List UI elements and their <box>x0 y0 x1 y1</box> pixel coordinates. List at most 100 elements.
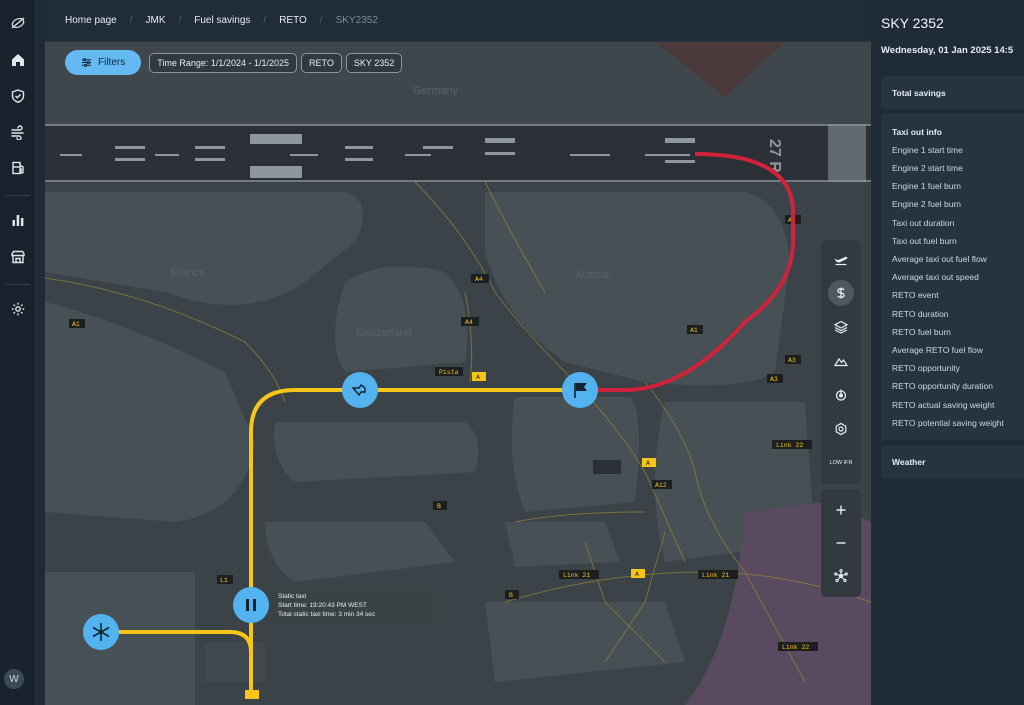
taxi-item: Engine 1 fuel burn <box>892 181 961 191</box>
total-savings-header[interactable]: Total savings <box>892 88 946 98</box>
app-root: W Home page / JMK / Fuel savings / RETO … <box>0 0 1024 705</box>
network-icon[interactable] <box>828 563 854 589</box>
svg-text:France: France <box>171 267 205 279</box>
pause-marker[interactable] <box>233 587 269 623</box>
taxi-item: Taxi out fuel burn <box>892 236 957 246</box>
breadcrumb-airport[interactable]: JMK <box>145 15 165 26</box>
filters-button[interactable]: Filters <box>65 50 142 75</box>
logo-icon[interactable] <box>8 13 28 33</box>
taxi-item: RETO opportunity duration <box>892 381 993 391</box>
svg-text:Austria: Austria <box>575 269 610 281</box>
taxi-item: RETO potential saving weight <box>892 418 1004 428</box>
weather-header[interactable]: Weather <box>892 457 925 467</box>
svg-text:A: A <box>476 374 480 381</box>
taxi-item: RETO fuel burn <box>892 327 951 337</box>
runway <box>45 124 871 182</box>
svg-text:A4: A4 <box>475 276 483 283</box>
flight-title: SKY 2352 <box>881 15 944 31</box>
home-icon[interactable] <box>8 50 28 70</box>
filter-chip-reto[interactable]: RETO <box>301 52 342 73</box>
terrain-icon[interactable] <box>828 348 854 374</box>
svg-text:A12: A12 <box>655 482 667 489</box>
taxi-item: RETO duration <box>892 309 949 319</box>
engine-start-marker[interactable] <box>342 372 378 408</box>
breadcrumb-reto[interactable]: RETO <box>279 15 307 26</box>
low-ifr-button[interactable]: LOW IFR <box>828 450 854 476</box>
svg-text:Pista: Pista <box>439 369 459 376</box>
tooltip-total-time: Total static taxi time: 3 min 34 sec <box>278 611 376 618</box>
taxi-item: Engine 2 fuel burn <box>892 199 961 209</box>
svg-text:Link 22: Link 22 <box>782 644 809 651</box>
svg-text:A4: A4 <box>465 319 473 326</box>
bar-chart-icon[interactable] <box>8 210 28 230</box>
svg-text:B: B <box>509 592 513 599</box>
filter-chip-flight[interactable]: SKY 2352 <box>345 52 403 73</box>
static-taxi-tooltip: Static taxi Start time: 19:20:43 PM WEST… <box>271 588 435 624</box>
airport-map[interactable]: 27 R A4 A4 A1 A1 A2 A3 A3 A A A A12 B B … <box>45 42 871 705</box>
breadcrumb-flight: SKY2352 <box>335 15 378 26</box>
breadcrumb-separator: / <box>263 15 267 26</box>
flight-date: Wednesday, 01 Jan 2025 14:5 <box>881 45 1014 56</box>
settings-icon[interactable] <box>8 299 28 319</box>
dollar-icon[interactable] <box>828 280 854 306</box>
building <box>205 642 265 682</box>
hexagon-gear-icon[interactable] <box>828 416 854 442</box>
breadcrumb: Home page / JMK / Fuel savings / RETO / … <box>45 0 871 42</box>
taxi-item: RETO actual saving weight <box>892 400 995 410</box>
svg-text:Switzerland: Switzerland <box>355 327 412 339</box>
taxi-out-info-header[interactable]: Taxi out info <box>892 127 942 137</box>
taxi-item: Engine 2 start time <box>892 163 963 173</box>
svg-text:A1: A1 <box>72 321 80 328</box>
low-ifr-label: LOW IFR <box>829 459 853 466</box>
taxi-item: Average RETO fuel flow <box>892 345 983 355</box>
left-nav-rail: W <box>0 0 36 705</box>
zoom-in-icon[interactable] <box>828 497 854 523</box>
svg-text:L1: L1 <box>220 577 228 584</box>
rail-separator <box>6 284 30 285</box>
breadcrumb-home[interactable]: Home page <box>65 15 117 26</box>
taxi-item: Engine 1 start time <box>892 145 963 155</box>
taxi-item: RETO event <box>892 290 939 300</box>
breadcrumb-separator: / <box>129 15 133 26</box>
plane-takeoff-icon[interactable] <box>828 246 854 272</box>
fuel-station-icon[interactable] <box>8 158 28 178</box>
snowflake-marker[interactable] <box>83 614 119 650</box>
flag-marker[interactable] <box>562 372 598 408</box>
breadcrumb-fuel-savings[interactable]: Fuel savings <box>194 15 250 26</box>
svg-text:Link 21: Link 21 <box>563 572 590 579</box>
svg-text:Germany: Germany <box>413 85 459 97</box>
taxi-item: Average taxi out speed <box>892 272 979 282</box>
svg-text:A: A <box>635 571 639 578</box>
taxi-item: Taxi out duration <box>892 218 955 228</box>
user-avatar[interactable]: W <box>4 669 24 689</box>
map-canvas[interactable]: 27 R A4 A4 A1 A1 A2 A3 A3 A A A A12 B B … <box>45 42 871 705</box>
filters-button-label: Filters <box>98 57 126 68</box>
taxi-item: RETO opportunity <box>892 363 960 373</box>
sliders-icon <box>81 58 92 67</box>
svg-text:A1: A1 <box>690 327 698 334</box>
zoom-out-icon[interactable] <box>828 530 854 556</box>
shield-icon[interactable] <box>8 86 28 106</box>
svg-text:A3: A3 <box>788 357 796 364</box>
breadcrumb-separator: / <box>178 15 182 26</box>
power-icon[interactable] <box>828 382 854 408</box>
rail-separator <box>6 195 30 196</box>
svg-text:A: A <box>646 460 650 467</box>
map-area <box>45 192 815 705</box>
map-layer-toolbar: LOW IFR <box>821 240 861 484</box>
store-icon[interactable] <box>8 247 28 267</box>
tooltip-start-time: Start time: 19:20:43 PM WEST <box>278 602 367 609</box>
svg-text:A3: A3 <box>770 376 778 383</box>
layers-icon[interactable] <box>828 314 854 340</box>
filter-chip-time-range[interactable]: Time Range: 1/1/2024 - 1/1/2025 <box>149 52 297 73</box>
svg-text:B: B <box>437 503 441 510</box>
wind-icon[interactable] <box>8 122 28 142</box>
tooltip-title: Static taxi <box>278 593 307 600</box>
taxi-item: Average taxi out fuel flow <box>892 254 987 264</box>
breadcrumb-separator: / <box>319 15 323 26</box>
map-zoom-toolbar <box>821 489 861 597</box>
svg-text:Link 22: Link 22 <box>776 442 803 449</box>
svg-text:Link 21: Link 21 <box>702 572 729 579</box>
flight-details-panel: SKY 2352 Wednesday, 01 Jan 2025 14:5 Tot… <box>871 0 1024 705</box>
filters-row: Filters Time Range: 1/1/2024 - 1/1/2025 … <box>65 50 403 75</box>
